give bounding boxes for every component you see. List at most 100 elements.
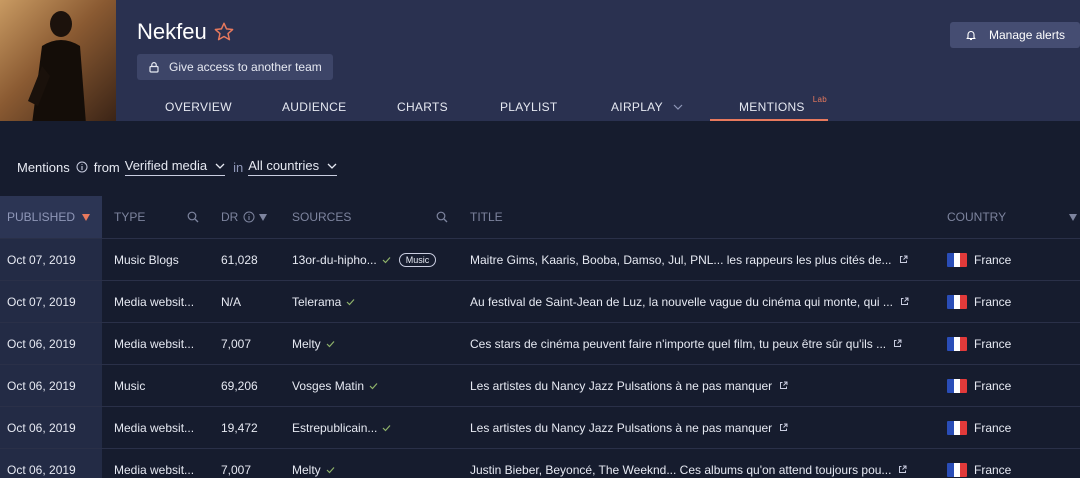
- external-link-icon[interactable]: [779, 381, 788, 390]
- source-name[interactable]: Melty: [292, 337, 321, 351]
- title-cell: Au festival de Saint-Jean de Luz, la nou…: [470, 281, 930, 322]
- mention-title-link[interactable]: Justin Bieber, Beyoncé, The Weeknd... Ce…: [470, 463, 891, 477]
- search-icon[interactable]: [436, 211, 448, 223]
- source-name[interactable]: Melty: [292, 463, 321, 477]
- published-date: Oct 07, 2019: [0, 239, 102, 280]
- column-header-published[interactable]: PUBLISHED: [0, 196, 102, 238]
- country-dropdown[interactable]: All countries: [248, 158, 338, 176]
- country-cell: France: [947, 281, 1077, 322]
- table-header: PUBLISHED TYPE DR SOURCES TITLE COUNTRY: [0, 196, 1080, 238]
- search-icon[interactable]: [187, 211, 199, 223]
- mention-title-link[interactable]: Ces stars de cinéma peuvent faire n'impo…: [470, 337, 886, 351]
- title-cell: Ces stars de cinéma peuvent faire n'impo…: [470, 323, 930, 364]
- lock-icon: [149, 62, 159, 73]
- country-cell: France: [947, 323, 1077, 364]
- source-name[interactable]: Vosges Matin: [292, 379, 364, 393]
- country-name: France: [974, 336, 1012, 351]
- column-label: SOURCES: [292, 210, 352, 224]
- title-cell: Les artistes du Nancy Jazz Pulsations à …: [470, 407, 930, 448]
- chevron-down-icon: [673, 104, 683, 110]
- external-link-icon[interactable]: [899, 255, 908, 264]
- source-cell: Vosges Matin: [292, 365, 467, 406]
- verified-check-icon: [369, 382, 378, 389]
- verified-check-icon: [382, 256, 391, 263]
- verified-check-icon: [326, 340, 335, 347]
- mention-title-link[interactable]: Au festival de Saint-Jean de Luz, la nou…: [470, 295, 893, 309]
- tab-label: AIRPLAY: [611, 100, 663, 114]
- artist-name: Nekfeu: [137, 19, 207, 44]
- info-icon[interactable]: [76, 161, 88, 173]
- column-header-title: TITLE: [470, 196, 503, 238]
- external-link-icon[interactable]: [900, 297, 909, 306]
- star-icon[interactable]: [213, 21, 235, 43]
- source-cell: Telerama: [292, 281, 467, 322]
- media-type: Media websit...: [114, 420, 195, 435]
- sort-icon: [1069, 213, 1077, 221]
- artist-header: Nekfeu Give access to another team Manag…: [0, 0, 1080, 121]
- give-access-label: Give access to another team: [169, 60, 322, 74]
- table-row[interactable]: Oct 06, 2019 Media websit... 7,007 Melty Jus…: [0, 448, 1080, 478]
- give-access-button[interactable]: Give access to another team: [137, 54, 333, 80]
- country-value: All countries: [248, 158, 320, 173]
- info-icon[interactable]: [243, 211, 255, 223]
- chevron-down-icon: [215, 163, 225, 169]
- source-cell: 13or-du-hipho... Music: [292, 239, 467, 280]
- tab-mentions[interactable]: MENTIONS Lab: [739, 92, 827, 121]
- domain-rating: 19,472: [221, 420, 258, 435]
- sort-desc-icon: [82, 213, 91, 221]
- tab-label: PLAYLIST: [500, 100, 558, 114]
- source-type-dropdown[interactable]: Verified media: [124, 158, 226, 176]
- source-name[interactable]: Telerama: [292, 295, 341, 309]
- verified-check-icon: [382, 424, 391, 431]
- domain-rating: 7,007: [221, 462, 252, 477]
- tab-label: MENTIONS: [739, 100, 805, 114]
- external-link-icon[interactable]: [893, 339, 902, 348]
- tab-audience[interactable]: AUDIENCE: [282, 92, 346, 121]
- tab-playlist[interactable]: PLAYLIST: [500, 92, 558, 121]
- external-link-icon[interactable]: [898, 465, 907, 474]
- column-label: TITLE: [470, 210, 503, 224]
- tab-overview[interactable]: OVERVIEW: [165, 92, 232, 121]
- table-row[interactable]: Oct 07, 2019 Music Blogs 61,028 13or-du-hip…: [0, 238, 1080, 280]
- media-type: Media websit...: [114, 462, 195, 477]
- source-name[interactable]: 13or-du-hipho...: [292, 253, 377, 267]
- domain-rating: 69,206: [221, 378, 258, 393]
- table-row[interactable]: Oct 06, 2019 Media websit... 7,007 Melty Ces…: [0, 322, 1080, 364]
- domain-rating: 61,028: [221, 252, 258, 267]
- tab-airplay[interactable]: AIRPLAY: [611, 92, 683, 121]
- column-header-dr[interactable]: DR: [221, 196, 268, 238]
- mention-title-link[interactable]: Les artistes du Nancy Jazz Pulsations à …: [470, 379, 772, 393]
- mention-title-link[interactable]: Les artistes du Nancy Jazz Pulsations à …: [470, 421, 772, 435]
- filter-in-text: in: [233, 159, 244, 175]
- source-type-value: Verified media: [124, 158, 208, 173]
- published-date: Oct 07, 2019: [0, 281, 102, 322]
- country-name: France: [974, 252, 1012, 267]
- tab-charts[interactable]: CHARTS: [397, 92, 448, 121]
- filter-from-text: from: [93, 159, 120, 175]
- table-body: Oct 07, 2019 Music Blogs 61,028 13or-du-hip…: [0, 238, 1080, 478]
- manage-alerts-button[interactable]: Manage alerts: [950, 22, 1080, 48]
- table-row[interactable]: Oct 06, 2019 Music 69,206 Vosges Matin Les a…: [0, 364, 1080, 406]
- verified-check-icon: [326, 466, 335, 473]
- column-header-sources[interactable]: SOURCES: [292, 196, 448, 238]
- verified-check-icon: [346, 298, 355, 305]
- tab-label: CHARTS: [397, 100, 448, 114]
- mention-title-link[interactable]: Maitre Gims, Kaaris, Booba, Damso, Jul, …: [470, 253, 892, 267]
- source-cell: Melty: [292, 449, 467, 478]
- column-header-country[interactable]: COUNTRY: [947, 196, 1077, 238]
- domain-rating: N/A: [221, 294, 242, 309]
- published-date: Oct 06, 2019: [0, 407, 102, 448]
- table-row[interactable]: Oct 06, 2019 Media websit... 19,472 Estrepu…: [0, 406, 1080, 448]
- published-date: Oct 06, 2019: [0, 323, 102, 364]
- published-date: Oct 06, 2019: [0, 449, 102, 478]
- table-row[interactable]: Oct 07, 2019 Media websit... N/A Telerama Au…: [0, 280, 1080, 322]
- mentions-filter-bar: Mentions from Verified media in All coun…: [17, 157, 345, 177]
- source-cell: Estrepublicain...: [292, 407, 467, 448]
- external-link-icon[interactable]: [779, 423, 788, 432]
- france-flag-icon: [947, 462, 967, 477]
- media-type: Media websit...: [114, 336, 195, 351]
- column-header-type[interactable]: TYPE: [114, 196, 199, 238]
- source-name[interactable]: Estrepublicain...: [292, 421, 377, 435]
- column-label: TYPE: [114, 210, 146, 224]
- column-label: COUNTRY: [947, 210, 1007, 224]
